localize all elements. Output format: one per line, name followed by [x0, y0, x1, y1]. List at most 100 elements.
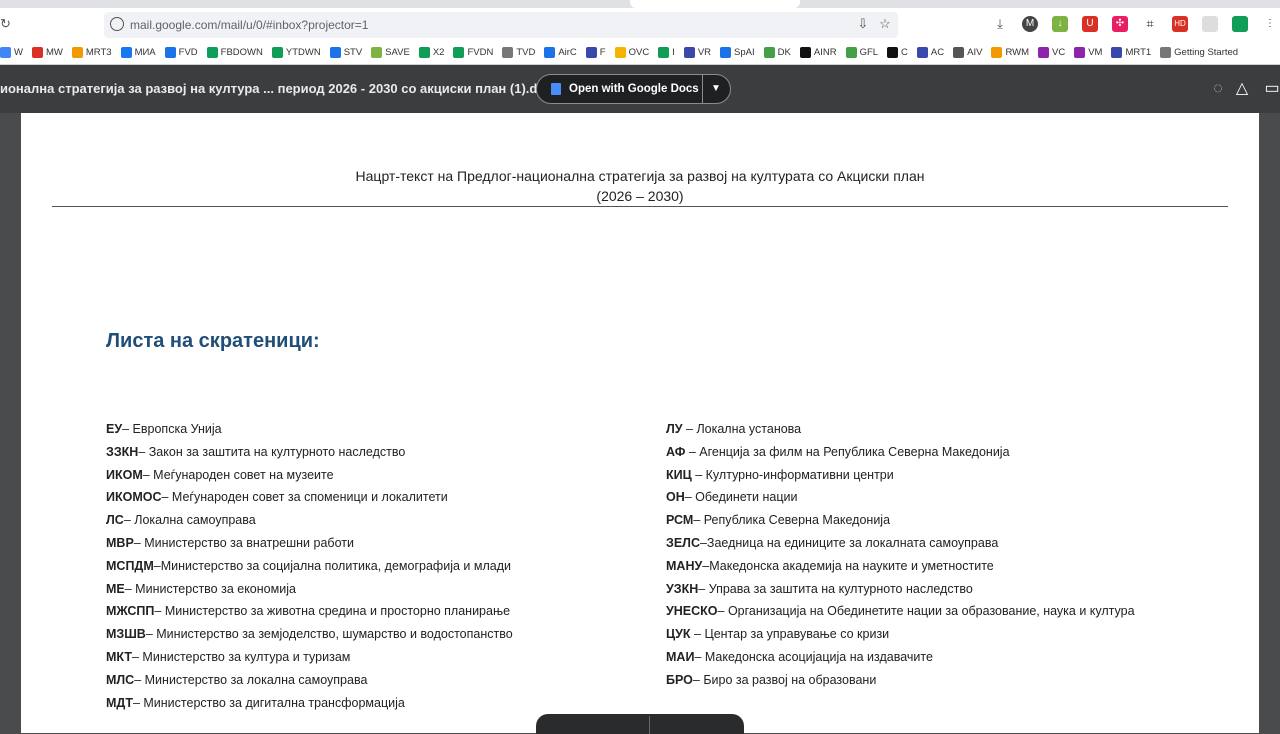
- bookmark-item[interactable]: AIV: [953, 46, 983, 58]
- extension-pinwheel-icon[interactable]: ✣: [1112, 16, 1128, 32]
- bookmark-item[interactable]: SAVE: [371, 46, 410, 58]
- tab-strip: [0, 0, 1280, 8]
- bookmark-item[interactable]: FBDOWN: [206, 46, 263, 58]
- bookmark-favicon-icon: [31, 46, 43, 58]
- abbreviation-row: КИЦ – Културно-информативни центри: [666, 467, 894, 482]
- bookmark-item[interactable]: I: [658, 46, 675, 58]
- bookmark-favicon-icon: [371, 46, 383, 58]
- bookmark-label: FVDN: [467, 46, 494, 58]
- download-icon[interactable]: ⤓: [992, 16, 1008, 32]
- bookmark-item[interactable]: МИА: [120, 46, 156, 58]
- bookmark-label: VR: [697, 46, 712, 58]
- bookmark-item[interactable]: VC: [1038, 46, 1066, 58]
- extension-icons: ⤓ M ↓ U ✣ ⌗ HD ⋮: [992, 16, 1278, 32]
- bookmark-item[interactable]: YTDWN: [271, 46, 321, 58]
- bookmark-item[interactable]: FVD: [164, 46, 198, 58]
- abbreviations-right-column: ЛУ – Локална установа АФ – Агенција за ф…: [666, 418, 1246, 692]
- abbreviation-row: УНЕСКО– Организација на Обединетите наци…: [666, 604, 1135, 619]
- extension-hd-icon[interactable]: HD: [1172, 16, 1188, 32]
- abbreviation-row: МКТ– Министерство за култура и туризам: [106, 649, 351, 664]
- bookmark-item[interactable]: MRT1: [1111, 46, 1152, 58]
- omnibox[interactable]: mail.google.com/mail/u/0/#inbox?projecto…: [104, 12, 898, 38]
- bookmark-label: MRT1: [1125, 46, 1152, 58]
- bookmark-item[interactable]: MRT3: [71, 46, 112, 58]
- bookmark-favicon-icon: [916, 46, 928, 58]
- bookmark-item[interactable]: VR: [683, 46, 712, 58]
- bookmark-item[interactable]: AC: [916, 46, 944, 58]
- crop-icon[interactable]: ⌗: [1142, 16, 1158, 32]
- controls-divider: [649, 716, 650, 734]
- bookmark-label: AIV: [967, 46, 983, 58]
- extension-green-icon[interactable]: [1232, 16, 1248, 32]
- header-title: Нацрт-текст на Предлог-национална страте…: [355, 168, 925, 184]
- chevron-down-icon[interactable]: ▼: [711, 75, 721, 103]
- print-outline-icon[interactable]: ◌: [1208, 79, 1228, 99]
- extension-download-green-icon[interactable]: ↓: [1052, 16, 1068, 32]
- bookmark-favicon-icon: [502, 46, 514, 58]
- bookmark-label: VC: [1052, 46, 1066, 58]
- bookmark-label: I: [672, 46, 675, 58]
- bookmark-favicon-icon: [1111, 46, 1123, 58]
- add-to-drive-icon[interactable]: △: [1232, 79, 1252, 99]
- bookmark-item[interactable]: RWM: [991, 46, 1030, 58]
- bookmark-favicon-icon: [585, 46, 597, 58]
- abbreviation-row: ЕУ– Европска Унија: [106, 422, 222, 436]
- active-tab[interactable]: [630, 0, 800, 8]
- extension-m-icon[interactable]: M: [1022, 16, 1038, 32]
- abbreviation-row: ИКОМОС– Меѓународен совет за споменици и…: [106, 490, 448, 505]
- bookmark-item[interactable]: AINR: [799, 46, 837, 58]
- bookmark-item[interactable]: FVDN: [453, 46, 494, 58]
- document-title: ионална стратегија за развој на култура …: [0, 81, 553, 96]
- bookmark-item[interactable]: X2: [418, 46, 444, 58]
- extensions-menu-icon[interactable]: ⋮: [1262, 16, 1278, 32]
- abbreviations-title: Листа на скратеници:: [106, 330, 320, 352]
- bookmark-item[interactable]: C: [887, 46, 908, 58]
- google-docs-icon: [551, 83, 561, 95]
- bookmark-label: FVD: [178, 46, 198, 58]
- print-icon[interactable]: ▭: [1262, 79, 1280, 99]
- bookmark-favicon-icon: [453, 46, 465, 58]
- install-app-icon[interactable]: ⇩: [856, 17, 870, 31]
- bookmark-item[interactable]: OVC: [614, 46, 649, 58]
- header-rule: [52, 206, 1228, 207]
- bookmark-item[interactable]: VM: [1074, 46, 1102, 58]
- abbreviation-row: МДТ– Министерство за дигитална трансформ…: [106, 695, 405, 710]
- reload-icon[interactable]: ↻: [0, 16, 11, 32]
- bookmark-label: DK: [777, 46, 791, 58]
- bookmark-favicon-icon: [799, 46, 811, 58]
- abbreviation-row: ОН– Обединети нации: [666, 490, 798, 505]
- page-zoom-controls[interactable]: [536, 714, 744, 734]
- open-with-google-docs-button[interactable]: Open with Google Docs ▼: [536, 74, 731, 104]
- bookmark-label: STV: [343, 46, 363, 58]
- bookmark-item[interactable]: AirC: [544, 46, 577, 58]
- bookmark-label: W: [14, 46, 23, 58]
- bookmark-item[interactable]: F: [585, 46, 606, 58]
- bookmark-label: Getting Started: [1174, 46, 1239, 58]
- bookmark-item[interactable]: DK: [763, 46, 791, 58]
- bookmark-item[interactable]: MW: [31, 46, 63, 58]
- button-divider: [702, 75, 703, 103]
- bookmark-label: GFL: [859, 46, 879, 58]
- bookmark-item[interactable]: STV: [329, 46, 363, 58]
- bookmark-favicon-icon: [763, 46, 775, 58]
- url-text[interactable]: mail.google.com/mail/u/0/#inbox?projecto…: [130, 12, 368, 38]
- bookmark-favicon-icon: [614, 46, 626, 58]
- bookmark-item[interactable]: Getting Started: [1160, 46, 1239, 58]
- bookmark-item[interactable]: SpAI: [720, 46, 755, 58]
- abbreviations-left-column: ЕУ– Европска Унија ЗЗКН– Закон за заштит…: [106, 418, 646, 714]
- bookmark-star-icon[interactable]: ☆: [878, 17, 892, 31]
- bookmark-item[interactable]: W: [0, 46, 23, 58]
- bookmark-favicon-icon: [418, 46, 430, 58]
- bookmark-item[interactable]: GFL: [845, 46, 879, 58]
- bookmark-item[interactable]: TVD: [502, 46, 535, 58]
- bookmark-label: МИА: [134, 46, 156, 58]
- bookmark-label: RWM: [1005, 46, 1030, 58]
- abbreviation-row: МАИ– Македонска асоцијација на издавачит…: [666, 649, 933, 664]
- extension-gray-icon[interactable]: [1202, 16, 1218, 32]
- bookmark-favicon-icon: [544, 46, 556, 58]
- site-info-icon[interactable]: [110, 17, 124, 31]
- abbreviation-row: АФ – Агенција за филм на Република Север…: [666, 444, 1010, 459]
- bookmark-favicon-icon: [1038, 46, 1050, 58]
- extension-shield-icon[interactable]: U: [1082, 16, 1098, 32]
- bookmark-favicon-icon: [720, 46, 732, 58]
